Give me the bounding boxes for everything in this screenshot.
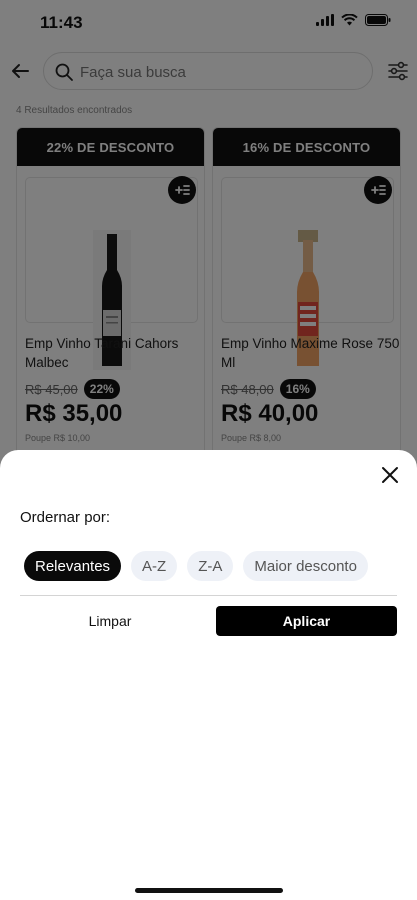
clear-button[interactable]: Limpar [20, 606, 200, 636]
sort-bottom-sheet: Ordernar por: Relevantes A-Z Z-A Maior d… [0, 450, 417, 900]
sort-option-z-a[interactable]: Z-A [187, 551, 234, 581]
sort-option-a-z[interactable]: A-Z [131, 551, 178, 581]
sort-option-maior-desconto[interactable]: Maior desconto [243, 551, 368, 581]
divider [20, 595, 397, 596]
sort-option-relevantes[interactable]: Relevantes [24, 551, 122, 581]
home-indicator [135, 888, 283, 893]
sort-title: Ordernar por: [20, 509, 111, 526]
sort-options: Relevantes A-Z Z-A Maior desconto [24, 551, 368, 581]
apply-button[interactable]: Aplicar [216, 606, 397, 636]
close-icon[interactable] [379, 464, 401, 486]
